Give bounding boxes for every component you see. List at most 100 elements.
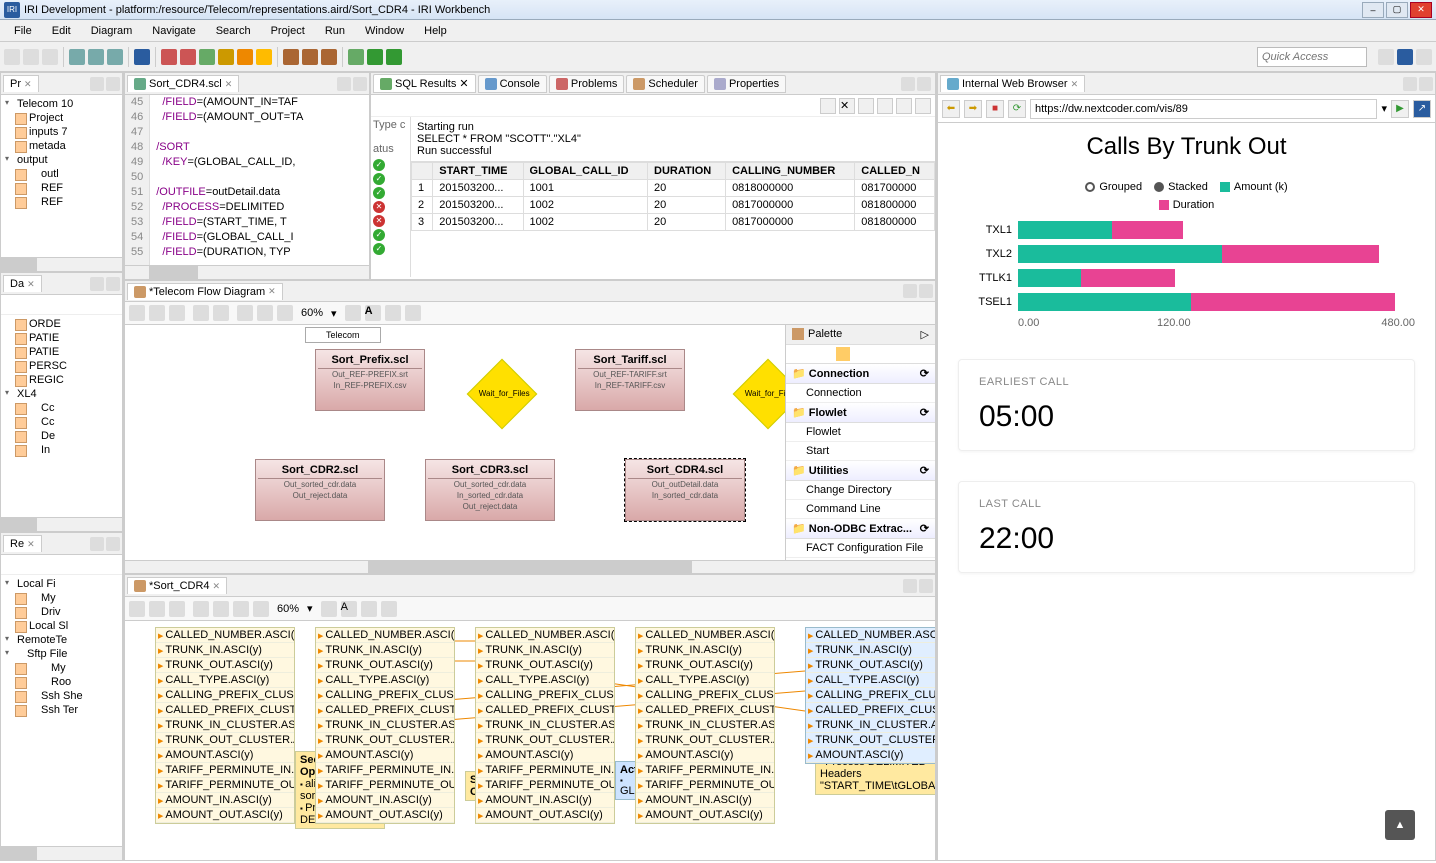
save-icon[interactable] <box>23 49 39 65</box>
tool-icon[interactable] <box>233 601 249 617</box>
tree-leaf[interactable]: REF <box>3 181 120 195</box>
tree-leaf[interactable]: REGIC <box>3 373 120 387</box>
tool-icon[interactable] <box>277 305 293 321</box>
tool-icon[interactable] <box>19 557 33 571</box>
shield-icon[interactable] <box>256 49 272 65</box>
legend-grouped[interactable]: Grouped <box>1085 181 1142 193</box>
flow-diamond[interactable]: Wait_for_Files <box>733 359 785 430</box>
flow-canvas[interactable]: Telecom Sort_Prefix.sclOut_REF-PREFIX.sr… <box>125 325 785 560</box>
iri-icon[interactable] <box>134 49 150 65</box>
maximize-icon[interactable] <box>353 77 367 91</box>
clear-icon[interactable] <box>858 98 874 114</box>
code-editor[interactable]: 4546474849505152535455 /FIELD=(AMOUNT_IN… <box>125 95 369 265</box>
stop-button[interactable]: ■ <box>986 100 1004 118</box>
tool-icon[interactable] <box>820 98 836 114</box>
tool-icon[interactable] <box>161 49 177 65</box>
tool-icon[interactable] <box>180 49 196 65</box>
maximize-icon[interactable] <box>106 277 120 291</box>
tree-leaf[interactable]: Driv <box>3 605 120 619</box>
palette-group[interactable]: 📁 Non-ODBC Extrac... ⟳ <box>786 519 935 539</box>
url-input[interactable] <box>1030 99 1377 119</box>
tree-node[interactable]: Telecom 10 <box>3 97 120 111</box>
flow-node[interactable]: Sort_CDR3.sclOut_sorted_cdr.dataIn_sorte… <box>425 459 555 521</box>
maximize-button[interactable]: ▢ <box>1386 2 1408 18</box>
tree-leaf[interactable]: PATIE <box>3 331 120 345</box>
tool-icon[interactable] <box>51 557 65 571</box>
tab-flow-diagram[interactable]: *Telecom Flow Diagram✕ <box>127 283 283 300</box>
font-icon[interactable]: A <box>365 305 381 321</box>
minimize-icon[interactable] <box>903 284 917 298</box>
close-icon[interactable]: ✕ <box>459 77 468 90</box>
perspective-icon[interactable] <box>1416 49 1432 65</box>
tool-icon[interactable] <box>405 305 421 321</box>
mapping-column[interactable]: CALLED_NUMBER.ASCI(y)TRUNK_IN.ASCI(y)TRU… <box>805 627 935 764</box>
tree-node[interactable]: Local Fi <box>3 577 120 591</box>
flow-node[interactable]: Sort_CDR4.sclOut_outDetail.dataIn_sorted… <box>625 459 745 521</box>
perspective-icon[interactable] <box>1378 49 1394 65</box>
tree-node[interactable]: RemoteTe <box>3 633 120 647</box>
tool-icon[interactable] <box>345 305 361 321</box>
tool-icon[interactable] <box>129 601 145 617</box>
scrollbar[interactable] <box>125 560 935 573</box>
menu-help[interactable]: Help <box>414 23 457 39</box>
tool-icon[interactable] <box>199 49 215 65</box>
tool-icon[interactable] <box>283 49 299 65</box>
tree-leaf[interactable]: Cc <box>3 415 120 429</box>
palette-group[interactable]: 📁 Utilities ⟳ <box>786 461 935 481</box>
tree-leaf[interactable]: My <box>3 591 120 605</box>
minimize-icon[interactable] <box>903 579 917 593</box>
palette-group[interactable]: 📁 Flowlet ⟳ <box>786 403 935 423</box>
tool-icon[interactable] <box>19 297 33 311</box>
tool-icon[interactable] <box>69 49 85 65</box>
tool-icon[interactable] <box>852 347 866 361</box>
zoom-icon[interactable] <box>820 347 834 361</box>
zoom-level[interactable]: 60% <box>297 307 327 319</box>
tool-icon[interactable] <box>253 601 269 617</box>
menu-project[interactable]: Project <box>261 23 315 39</box>
tree-leaf[interactable]: outl <box>3 167 120 181</box>
delete-icon[interactable]: ✕ <box>839 98 855 114</box>
tab-remote[interactable]: Re✕ <box>3 535 42 552</box>
tree-leaf[interactable]: In <box>3 443 120 457</box>
maximize-icon[interactable] <box>1419 77 1433 91</box>
tool-icon[interactable] <box>149 305 165 321</box>
tree-leaf[interactable]: Ssh She <box>3 689 120 703</box>
mapping-column[interactable]: CALLED_NUMBER.ASCI(y)TRUNK_IN.ASCI(y)TRU… <box>635 627 775 824</box>
tree-leaf[interactable]: Cc <box>3 401 120 415</box>
back-button[interactable]: ⬅ <box>942 100 960 118</box>
datasource-tree[interactable]: ORDE PATIE PATIE PERSC REGIC XL4 Cc Cc D… <box>1 315 122 517</box>
tool-icon[interactable] <box>107 49 123 65</box>
maximize-icon[interactable] <box>919 579 933 593</box>
tool-icon[interactable] <box>35 297 49 311</box>
tool-icon[interactable] <box>149 601 165 617</box>
tree-leaf[interactable]: Roo <box>3 675 120 689</box>
forward-button[interactable]: ➡ <box>964 100 982 118</box>
palette-item[interactable]: Connection <box>786 384 935 403</box>
close-icon[interactable]: ✕ <box>268 286 276 297</box>
tab-problems[interactable]: Problems <box>549 75 624 93</box>
tool-icon[interactable] <box>193 601 209 617</box>
tool-icon[interactable] <box>213 305 229 321</box>
tool-icon[interactable] <box>237 305 253 321</box>
font-icon[interactable]: A <box>341 601 357 617</box>
maximize-icon[interactable] <box>919 284 933 298</box>
tool-icon[interactable] <box>381 601 397 617</box>
minimize-icon[interactable] <box>1403 77 1417 91</box>
folder-icon[interactable] <box>836 347 850 361</box>
legend-stacked[interactable]: Stacked <box>1154 181 1208 193</box>
tool-icon[interactable] <box>88 49 104 65</box>
run-icon[interactable] <box>367 49 383 65</box>
scrollbar[interactable] <box>1 846 122 860</box>
flow-diamond[interactable]: Wait_for_Files <box>467 359 538 430</box>
tool-icon[interactable] <box>51 297 65 311</box>
tree-node[interactable]: XL4 <box>3 387 120 401</box>
close-icon[interactable]: ✕ <box>27 539 35 550</box>
mapping-column[interactable]: CALLED_NUMBER.ASCI(y)TRUNK_IN.ASCI(y)TRU… <box>475 627 615 824</box>
tree-leaf[interactable]: metada <box>3 139 120 153</box>
single-tab-icon[interactable] <box>877 98 893 114</box>
menu-run[interactable]: Run <box>315 23 355 39</box>
tool-icon[interactable] <box>321 601 337 617</box>
close-icon[interactable]: ✕ <box>213 581 221 592</box>
menu-search[interactable]: Search <box>206 23 261 39</box>
quick-access-input[interactable] <box>1257 47 1367 67</box>
